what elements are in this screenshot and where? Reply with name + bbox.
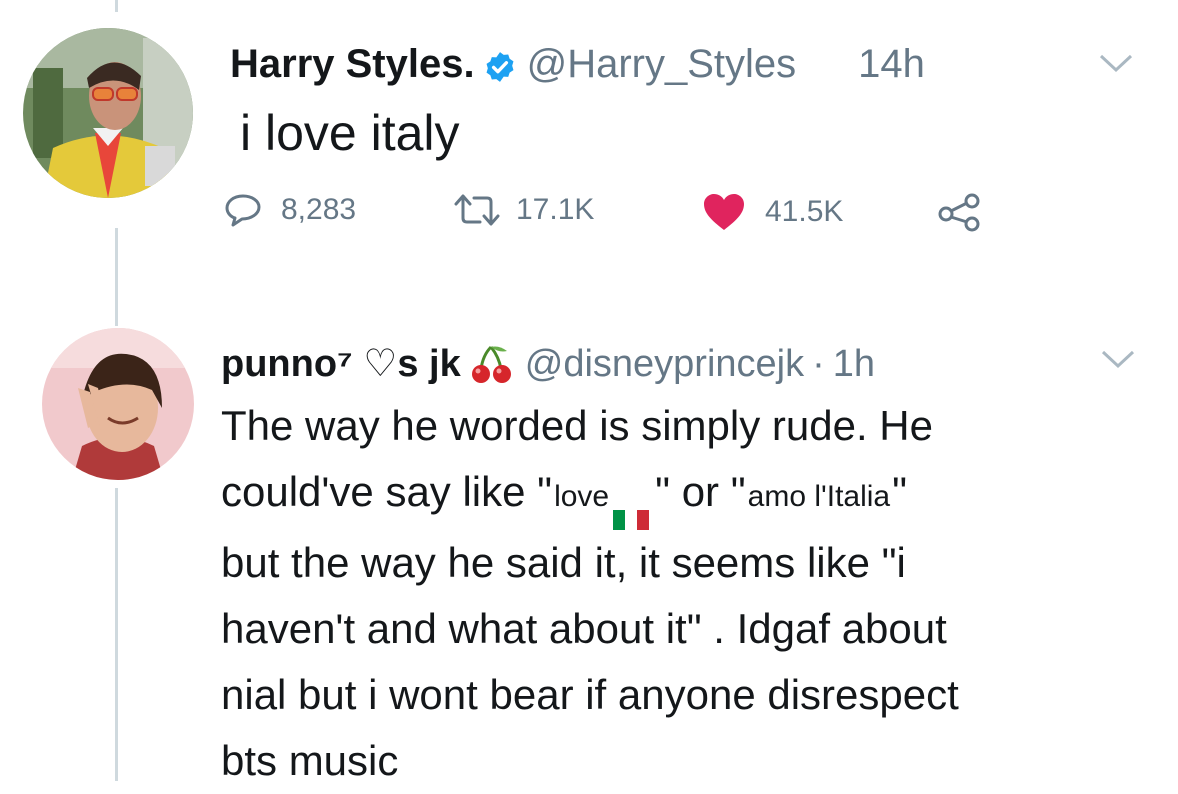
reply-separator: · — [812, 343, 825, 385]
retweet-count: 17.1K — [516, 193, 595, 226]
tweet-author-handle[interactable]: @Harry_Styles — [527, 40, 797, 88]
reply-author-name[interactable]: punno⁷ ♡s jk — [221, 340, 461, 388]
comment-bubble-icon — [223, 192, 263, 228]
share-icon — [936, 192, 984, 232]
reply-line: The way he worded is simply rude. He — [221, 402, 933, 449]
reply-text: The way he worded is simply rude. He cou… — [221, 393, 1121, 794]
reply-line-fragment: " — [892, 468, 908, 515]
reply-line-fragment: " or " — [655, 468, 746, 515]
tweet-text: i love italy — [240, 105, 460, 161]
reply-header: punno⁷ ♡s jk @disneyprincejk · 1h — [221, 340, 875, 388]
retweet-icon — [452, 192, 502, 228]
heart-icon — [701, 192, 747, 232]
chevron-down-icon[interactable] — [1100, 348, 1136, 375]
reply-line: bts music — [221, 737, 399, 784]
reply-line-fragment: could've say like " — [221, 468, 553, 515]
reply-line: nial but i wont bear if anyone disrespec… — [221, 671, 959, 718]
share-action[interactable] — [936, 192, 984, 232]
tweet-author-name[interactable]: Harry Styles. — [230, 40, 475, 88]
tweet-header: Harry Styles. @Harry_Styles 14h — [230, 40, 925, 88]
reply-count: 8,283 — [281, 193, 357, 226]
avatar-reply[interactable] — [42, 328, 194, 480]
reply-action[interactable]: 8,283 — [223, 192, 356, 228]
italy-flag-icon — [613, 488, 650, 531]
reply-author-handle[interactable]: @disneyprincejk — [525, 340, 804, 388]
thread-line-top — [115, 0, 118, 12]
thread-line-middle — [115, 228, 118, 326]
sticker-love: love — [552, 480, 656, 531]
thread-line-bottom — [115, 488, 118, 781]
like-action[interactable]: 41.5K — [701, 192, 843, 232]
retweet-action[interactable]: 17.1K — [452, 192, 594, 228]
reply-line: but the way he said it, it seems like "i — [221, 539, 906, 586]
sticker-love-text: love — [554, 480, 610, 513]
reply-line: could've say like "love " or "amo l'Itali… — [221, 459, 1121, 531]
avatar-harry[interactable] — [23, 28, 193, 198]
sticker-italia: amo l'Italia — [745, 480, 893, 513]
verified-badge-icon — [483, 47, 517, 82]
chevron-down-icon[interactable] — [1098, 52, 1134, 79]
reply-time[interactable]: 1h — [833, 340, 875, 388]
reply-line: haven't and what about it" . Idgaf about — [221, 605, 947, 652]
cherries-icon — [469, 343, 515, 385]
like-count: 41.5K — [765, 195, 844, 228]
tweet-time[interactable]: 14h — [858, 40, 925, 88]
